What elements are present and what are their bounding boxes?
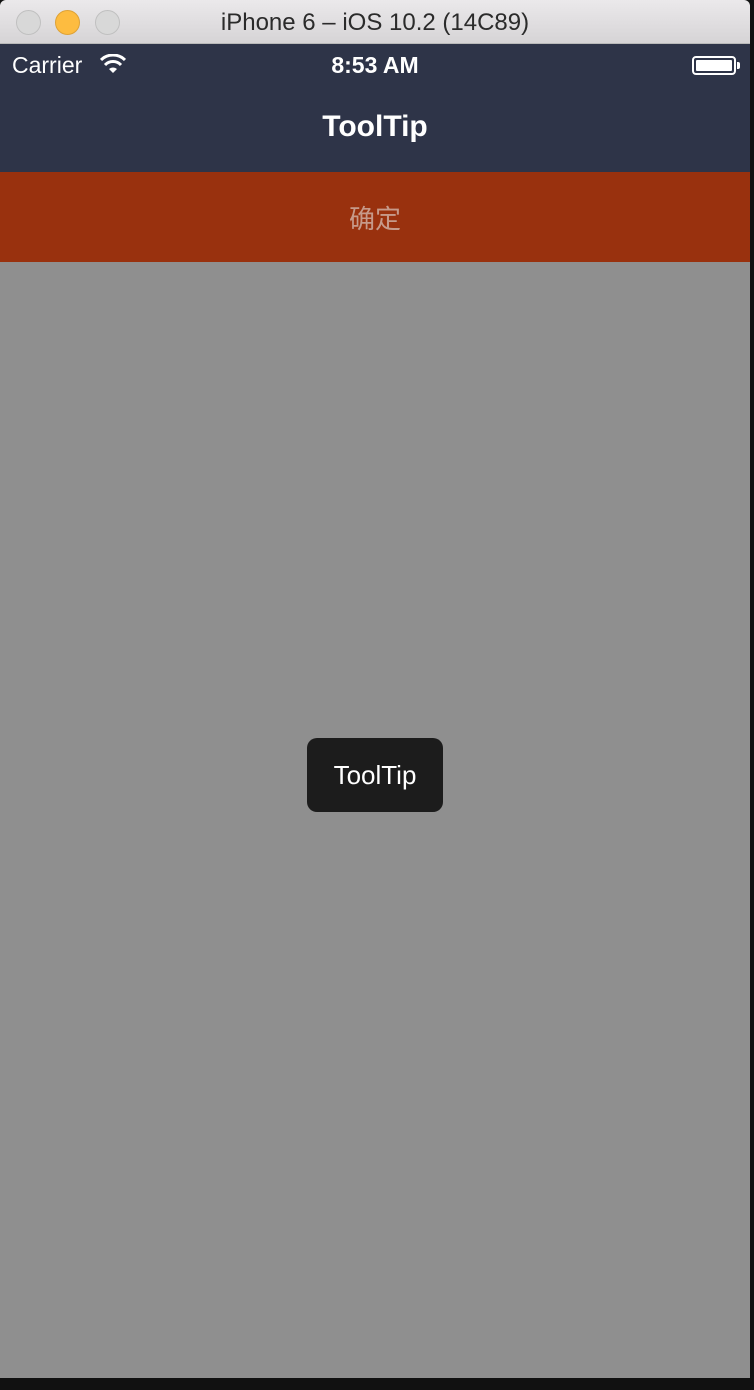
device-screen: Carrier 8:53 AM ToolTip 确定 ToolTip <box>0 44 750 1378</box>
status-time: 8:53 AM <box>331 52 419 78</box>
window-titlebar: iPhone 6 – iOS 10.2 (14C89) <box>0 0 750 44</box>
window-title: iPhone 6 – iOS 10.2 (14C89) <box>220 9 530 36</box>
battery-icon <box>692 56 740 75</box>
confirm-button[interactable]: 确定 <box>0 172 750 262</box>
nav-title: ToolTip <box>322 110 428 143</box>
tooltip: ToolTip <box>307 738 443 812</box>
navigation-bar: Carrier 8:53 AM ToolTip <box>0 44 750 172</box>
